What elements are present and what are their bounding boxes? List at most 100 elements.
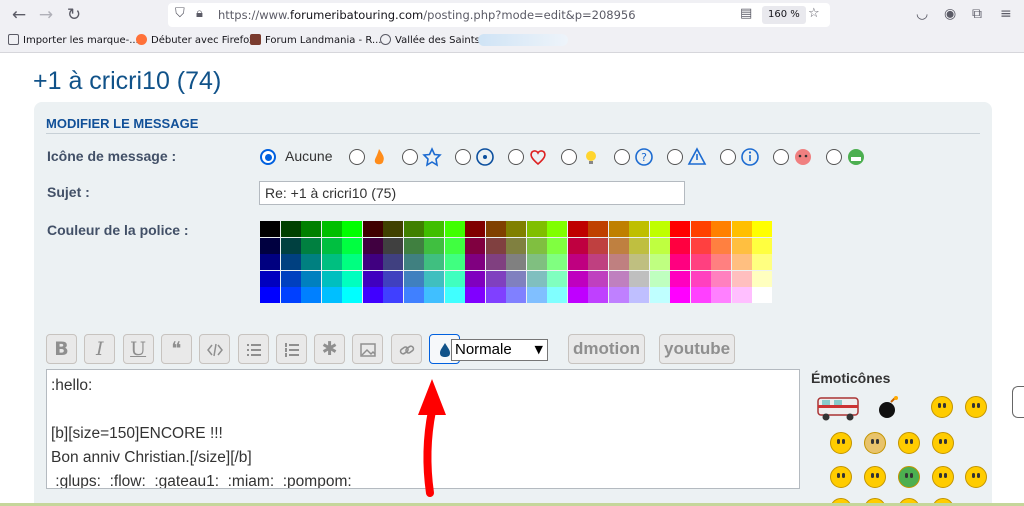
color-swatch[interactable] xyxy=(280,237,301,254)
color-swatch[interactable] xyxy=(547,254,567,271)
bookmark-blurred[interactable] xyxy=(478,34,568,46)
icon-radio-5[interactable] xyxy=(561,149,577,165)
color-swatch[interactable] xyxy=(465,287,485,304)
color-swatch[interactable] xyxy=(649,270,670,287)
icon-radio-8[interactable] xyxy=(720,149,736,165)
color-swatch[interactable] xyxy=(588,254,608,271)
color-swatch[interactable] xyxy=(321,221,342,237)
bullet-list-button[interactable] xyxy=(237,334,269,364)
color-swatch[interactable] xyxy=(342,270,362,287)
color-swatch[interactable] xyxy=(547,270,567,287)
color-swatch[interactable] xyxy=(690,221,711,237)
back-icon[interactable]: ← xyxy=(9,5,29,25)
smiley-icon[interactable] xyxy=(965,466,987,488)
reload-icon[interactable]: ↻ xyxy=(64,5,84,25)
color-swatch[interactable] xyxy=(526,270,547,287)
color-swatch[interactable] xyxy=(362,254,383,271)
color-swatch[interactable] xyxy=(260,221,280,237)
color-swatch[interactable] xyxy=(526,287,547,304)
color-swatch[interactable] xyxy=(301,287,321,304)
color-swatch[interactable] xyxy=(690,287,711,304)
color-swatch[interactable] xyxy=(485,221,506,237)
color-swatch[interactable] xyxy=(424,270,444,287)
color-swatch[interactable] xyxy=(321,254,342,271)
color-swatch[interactable] xyxy=(362,221,383,237)
star-icon[interactable] xyxy=(422,147,442,167)
icon-radio-3[interactable] xyxy=(455,149,471,165)
color-swatch[interactable] xyxy=(465,270,485,287)
color-swatch[interactable] xyxy=(362,270,383,287)
icon-radio-9[interactable] xyxy=(773,149,789,165)
color-swatch[interactable] xyxy=(690,270,711,287)
color-swatch[interactable] xyxy=(485,287,506,304)
bookmark-vallee[interactable]: Vallée des Saints xyxy=(380,34,480,46)
color-swatch[interactable] xyxy=(485,270,506,287)
color-swatch[interactable] xyxy=(629,287,649,304)
color-swatch[interactable] xyxy=(485,254,506,271)
url-bar[interactable]: ⛉ 🔒︎ https://www.forumeribatouring.com/p… xyxy=(168,3,830,27)
color-swatch[interactable] xyxy=(629,221,649,237)
color-swatch[interactable] xyxy=(629,254,649,271)
color-swatch[interactable] xyxy=(280,221,301,237)
image-button[interactable] xyxy=(352,334,384,364)
icon-radio-2[interactable] xyxy=(402,149,418,165)
lock-icon[interactable]: 🔒︎ xyxy=(196,6,203,21)
color-swatch[interactable] xyxy=(567,287,588,304)
color-swatch[interactable] xyxy=(362,287,383,304)
color-swatch[interactable] xyxy=(424,254,444,271)
color-swatch[interactable] xyxy=(670,221,690,237)
smiley-icon[interactable] xyxy=(864,432,886,454)
list-item-button[interactable]: ✱ xyxy=(314,334,346,364)
color-swatch[interactable] xyxy=(731,287,752,304)
menu-icon[interactable]: ≡ xyxy=(1000,6,1012,22)
color-swatch[interactable] xyxy=(506,221,526,237)
color-swatch[interactable] xyxy=(526,254,547,271)
color-swatch[interactable] xyxy=(506,287,526,304)
color-swatch[interactable] xyxy=(752,270,772,287)
color-swatch[interactable] xyxy=(629,270,649,287)
icon-radio-10[interactable] xyxy=(826,149,842,165)
account-icon[interactable]: ◉ xyxy=(944,6,956,22)
color-swatch[interactable] xyxy=(444,270,465,287)
color-swatch[interactable] xyxy=(752,287,772,304)
color-swatch[interactable] xyxy=(506,270,526,287)
color-swatch[interactable] xyxy=(731,237,752,254)
color-swatch[interactable] xyxy=(711,270,731,287)
color-swatch[interactable] xyxy=(608,287,629,304)
color-swatch[interactable] xyxy=(711,221,731,237)
color-swatch[interactable] xyxy=(444,254,465,271)
dmotion-button[interactable]: dmotion xyxy=(568,334,646,364)
smiley-icon[interactable] xyxy=(932,432,954,454)
color-swatch[interactable] xyxy=(547,237,567,254)
color-swatch[interactable] xyxy=(321,287,342,304)
color-swatch[interactable] xyxy=(301,237,321,254)
icon-radio-1[interactable] xyxy=(349,149,365,165)
color-swatch[interactable] xyxy=(547,221,567,237)
color-swatch[interactable] xyxy=(260,237,280,254)
font-size-select[interactable]: Normale ▼ xyxy=(451,339,548,361)
smiley-icon[interactable] xyxy=(898,432,920,454)
color-swatch[interactable] xyxy=(711,237,731,254)
link-button[interactable] xyxy=(390,334,422,364)
color-swatch[interactable] xyxy=(444,221,465,237)
bold-button[interactable]: B xyxy=(46,334,77,364)
icon-radio-7[interactable] xyxy=(667,149,683,165)
color-swatch[interactable] xyxy=(649,221,670,237)
color-swatch[interactable] xyxy=(444,237,465,254)
color-swatch[interactable] xyxy=(260,287,280,304)
color-swatch[interactable] xyxy=(608,270,629,287)
color-swatch[interactable] xyxy=(301,221,321,237)
color-swatch[interactable] xyxy=(629,237,649,254)
color-swatch[interactable] xyxy=(731,221,752,237)
color-swatch[interactable] xyxy=(383,254,403,271)
code-button[interactable] xyxy=(199,334,231,364)
color-swatch[interactable] xyxy=(588,237,608,254)
bookmark-firefox[interactable]: Débuter avec Firefox xyxy=(136,34,255,46)
smiley-icon[interactable] xyxy=(830,466,852,488)
extensions-icon[interactable]: ⧉ xyxy=(972,6,982,22)
smiley-icon[interactable] xyxy=(932,466,954,488)
icon-radio-4[interactable] xyxy=(508,149,524,165)
color-swatch[interactable] xyxy=(649,254,670,271)
color-swatch[interactable] xyxy=(690,254,711,271)
color-swatch[interactable] xyxy=(424,221,444,237)
